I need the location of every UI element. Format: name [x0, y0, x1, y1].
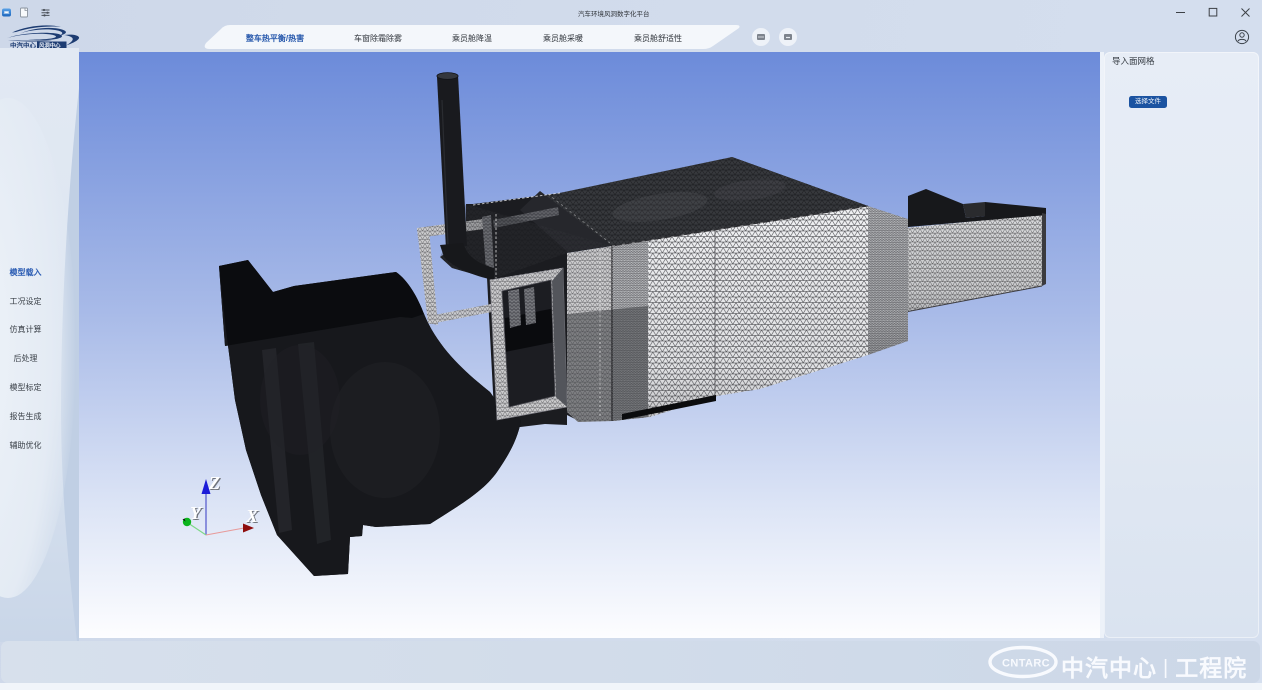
svg-text:CNTARC: CNTARC — [1002, 658, 1050, 670]
svg-text:X: X — [245, 506, 259, 526]
svg-text:Z: Z — [208, 473, 220, 493]
